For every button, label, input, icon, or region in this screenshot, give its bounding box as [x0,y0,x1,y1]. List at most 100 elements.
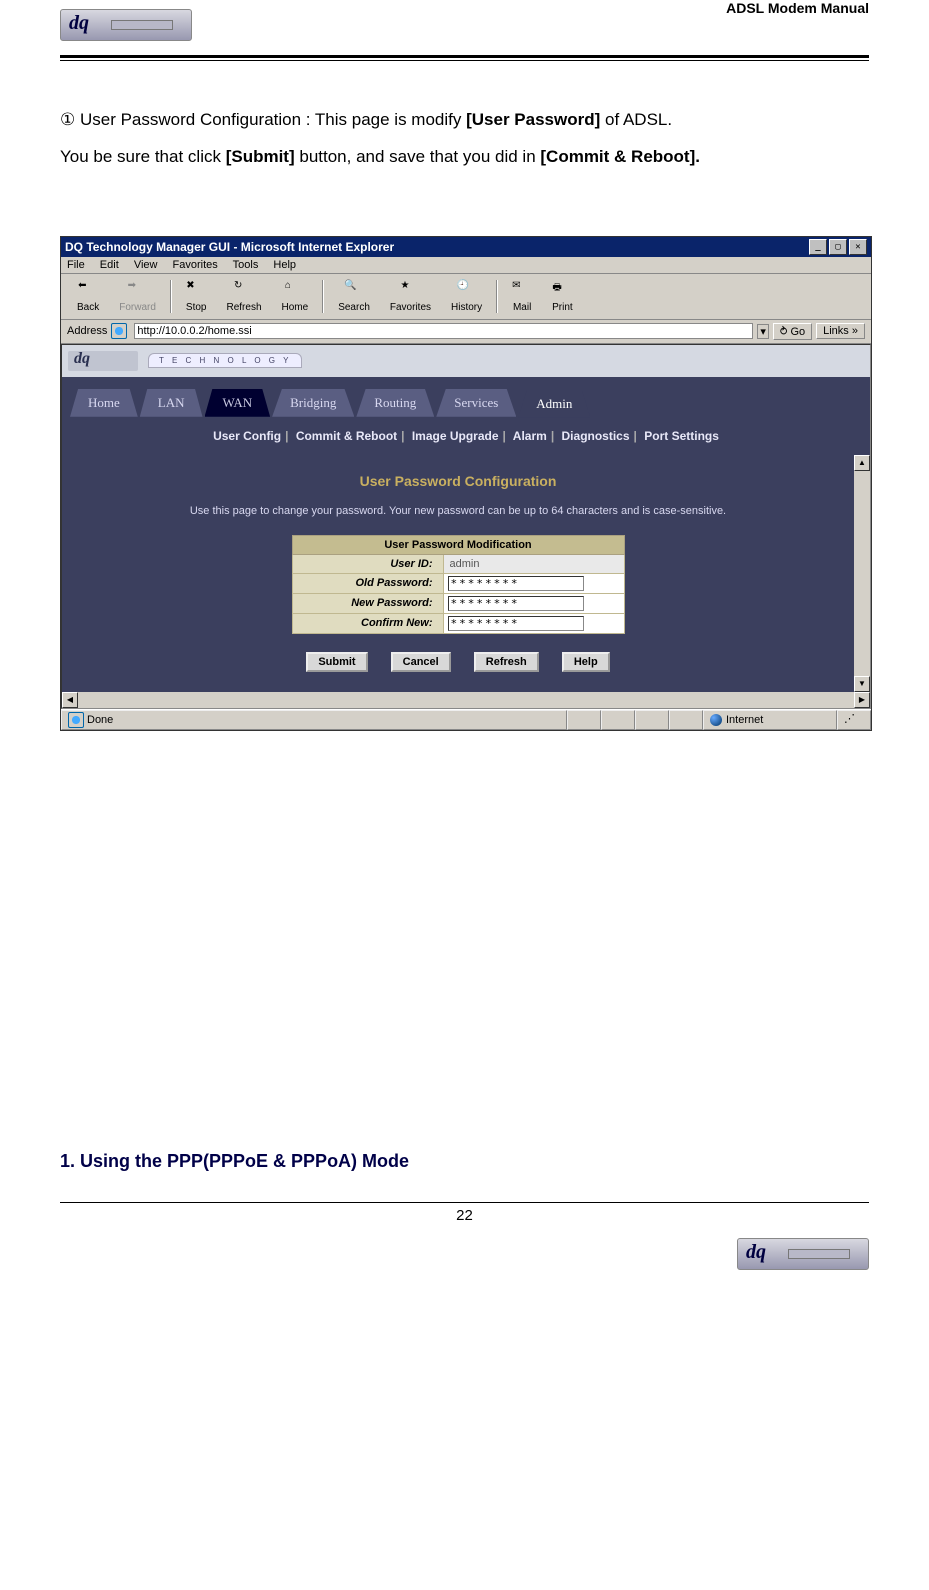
maximize-button[interactable]: ▢ [829,239,847,255]
ie-page-icon [111,323,127,339]
main-panel: User Password Configuration Use this pag… [62,455,854,692]
refresh-button[interactable]: ↻Refresh [217,278,272,315]
scroll-down-button[interactable]: ▼ [854,676,870,692]
brand-technology-tab: T E C H N O L O G Y [148,353,302,368]
favorites-button[interactable]: ★Favorites [380,278,441,315]
forward-button: ➡Forward [109,278,166,315]
tab-services[interactable]: Services [436,389,516,417]
tab-lan[interactable]: LAN [140,389,203,417]
window-title: DQ Technology Manager GUI - Microsoft In… [65,240,394,254]
scroll-left-button[interactable]: ◀ [62,692,78,708]
panel-description: Use this page to change your password. Y… [82,505,834,517]
nav-tabs: Home LAN WAN Bridging Routing Services A… [62,377,870,417]
home-button[interactable]: ⌂Home [272,278,319,315]
text: of ADSL. [600,110,672,129]
menu-file[interactable]: File [67,259,85,271]
scroll-up-button[interactable]: ▲ [854,455,870,471]
toolbar: ⬅Back ➡Forward ✖Stop ↻Refresh ⌂Home 🔍Sea… [61,274,871,320]
panel-title: User Password Configuration [82,473,834,489]
star-icon: ★ [400,280,420,300]
subnav-commit-reboot[interactable]: Commit & Reboot [296,429,397,443]
menu-bar[interactable]: File Edit View Favorites Tools Help [61,257,871,274]
refresh-icon: ↻ [234,280,254,300]
address-dropdown-button[interactable]: ▾ [757,324,769,339]
history-icon: 🕘 [457,280,477,300]
search-button[interactable]: 🔍Search [328,278,380,315]
tab-wan[interactable]: WAN [205,389,271,417]
help-button[interactable]: Help [562,652,610,672]
footer-dq-logo [737,1238,869,1270]
stop-button[interactable]: ✖Stop [176,278,217,315]
user-id-value: admin [443,554,624,573]
menu-favorites[interactable]: Favorites [173,259,218,271]
button-row: Submit Cancel Refresh Help [82,652,834,672]
subnav-image-upgrade[interactable]: Image Upgrade [412,429,499,443]
password-table: User Password Modification User ID: admi… [292,535,625,634]
user-id-label: User ID: [292,554,443,573]
status-bar: Done Internet ⋰ [61,709,871,730]
table-header: User Password Modification [292,535,624,554]
address-label: Address [67,325,107,337]
tab-bridging[interactable]: Bridging [272,389,354,417]
mail-icon: ✉ [512,280,532,300]
new-password-input[interactable] [448,596,584,611]
subnav-diagnostics[interactable]: Diagnostics [562,429,630,443]
text: You be sure that click [60,147,226,166]
minimize-button[interactable]: _ [809,239,827,255]
go-button[interactable]: ⥁ Go [773,323,812,340]
text-bold: [Submit] [226,147,295,166]
confirm-password-label: Confirm New: [292,613,443,633]
subnav-user-config[interactable]: User Config [213,429,281,443]
mail-button[interactable]: ✉Mail [502,278,542,315]
header-rule [60,55,869,61]
home-icon: ⌂ [285,280,305,300]
tab-home[interactable]: Home [70,389,138,417]
print-button[interactable]: 🖶Print [542,278,583,315]
tab-admin[interactable]: Admin [518,390,590,418]
new-password-label: New Password: [292,593,443,613]
resize-grip[interactable]: ⋰ [837,710,871,730]
menu-help[interactable]: Help [273,259,296,271]
address-bar: Address ▾ ⥁ Go Links » [61,320,871,344]
ie-status-icon [68,712,84,728]
menu-view[interactable]: View [134,259,158,271]
scroll-right-button[interactable]: ▶ [854,692,870,708]
sub-nav: User Config| Commit & Reboot| Image Upgr… [62,417,870,455]
tab-routing[interactable]: Routing [356,389,434,417]
manual-title: ADSL Modem Manual [726,0,869,16]
close-button[interactable]: ✕ [849,239,867,255]
back-button[interactable]: ⬅Back [67,278,109,315]
globe-icon [710,714,722,726]
text-bold: [Commit & Reboot]. [540,147,700,166]
subnav-port-settings[interactable]: Port Settings [644,429,719,443]
zone-text: Internet [726,714,763,726]
menu-tools[interactable]: Tools [233,259,259,271]
old-password-input[interactable] [448,576,584,591]
status-text: Done [87,714,113,726]
body-paragraph: ① User Password Configuration : This pag… [60,101,869,176]
text-bold: [User Password] [466,110,600,129]
back-arrow-icon: ⬅ [78,280,98,300]
stop-icon: ✖ [186,280,206,300]
address-input[interactable] [134,323,753,339]
old-password-label: Old Password: [292,573,443,593]
ie-window: DQ Technology Manager GUI - Microsoft In… [60,236,872,731]
confirm-password-input[interactable] [448,616,584,631]
subnav-alarm[interactable]: Alarm [513,429,547,443]
print-icon: 🖶 [552,280,572,300]
section-heading: 1. Using the PPP(PPPoE & PPPoA) Mode [60,1151,869,1172]
menu-edit[interactable]: Edit [100,259,119,271]
page-number: 22 [60,1203,869,1228]
horizontal-scrollbar[interactable]: ◀ ▶ [62,692,870,708]
cancel-button[interactable]: Cancel [391,652,451,672]
forward-arrow-icon: ➡ [128,280,148,300]
text: button, and save that you did in [295,147,541,166]
submit-button[interactable]: Submit [306,652,367,672]
links-button[interactable]: Links » [816,323,865,339]
vertical-scrollbar[interactable]: ▲ ▼ [854,455,870,692]
refresh-page-button[interactable]: Refresh [474,652,539,672]
history-button[interactable]: 🕘History [441,278,492,315]
browser-viewport: T E C H N O L O G Y Home LAN WAN Bridgin… [61,344,871,709]
window-titlebar[interactable]: DQ Technology Manager GUI - Microsoft In… [61,237,871,257]
dq-brand-logo [68,351,138,371]
